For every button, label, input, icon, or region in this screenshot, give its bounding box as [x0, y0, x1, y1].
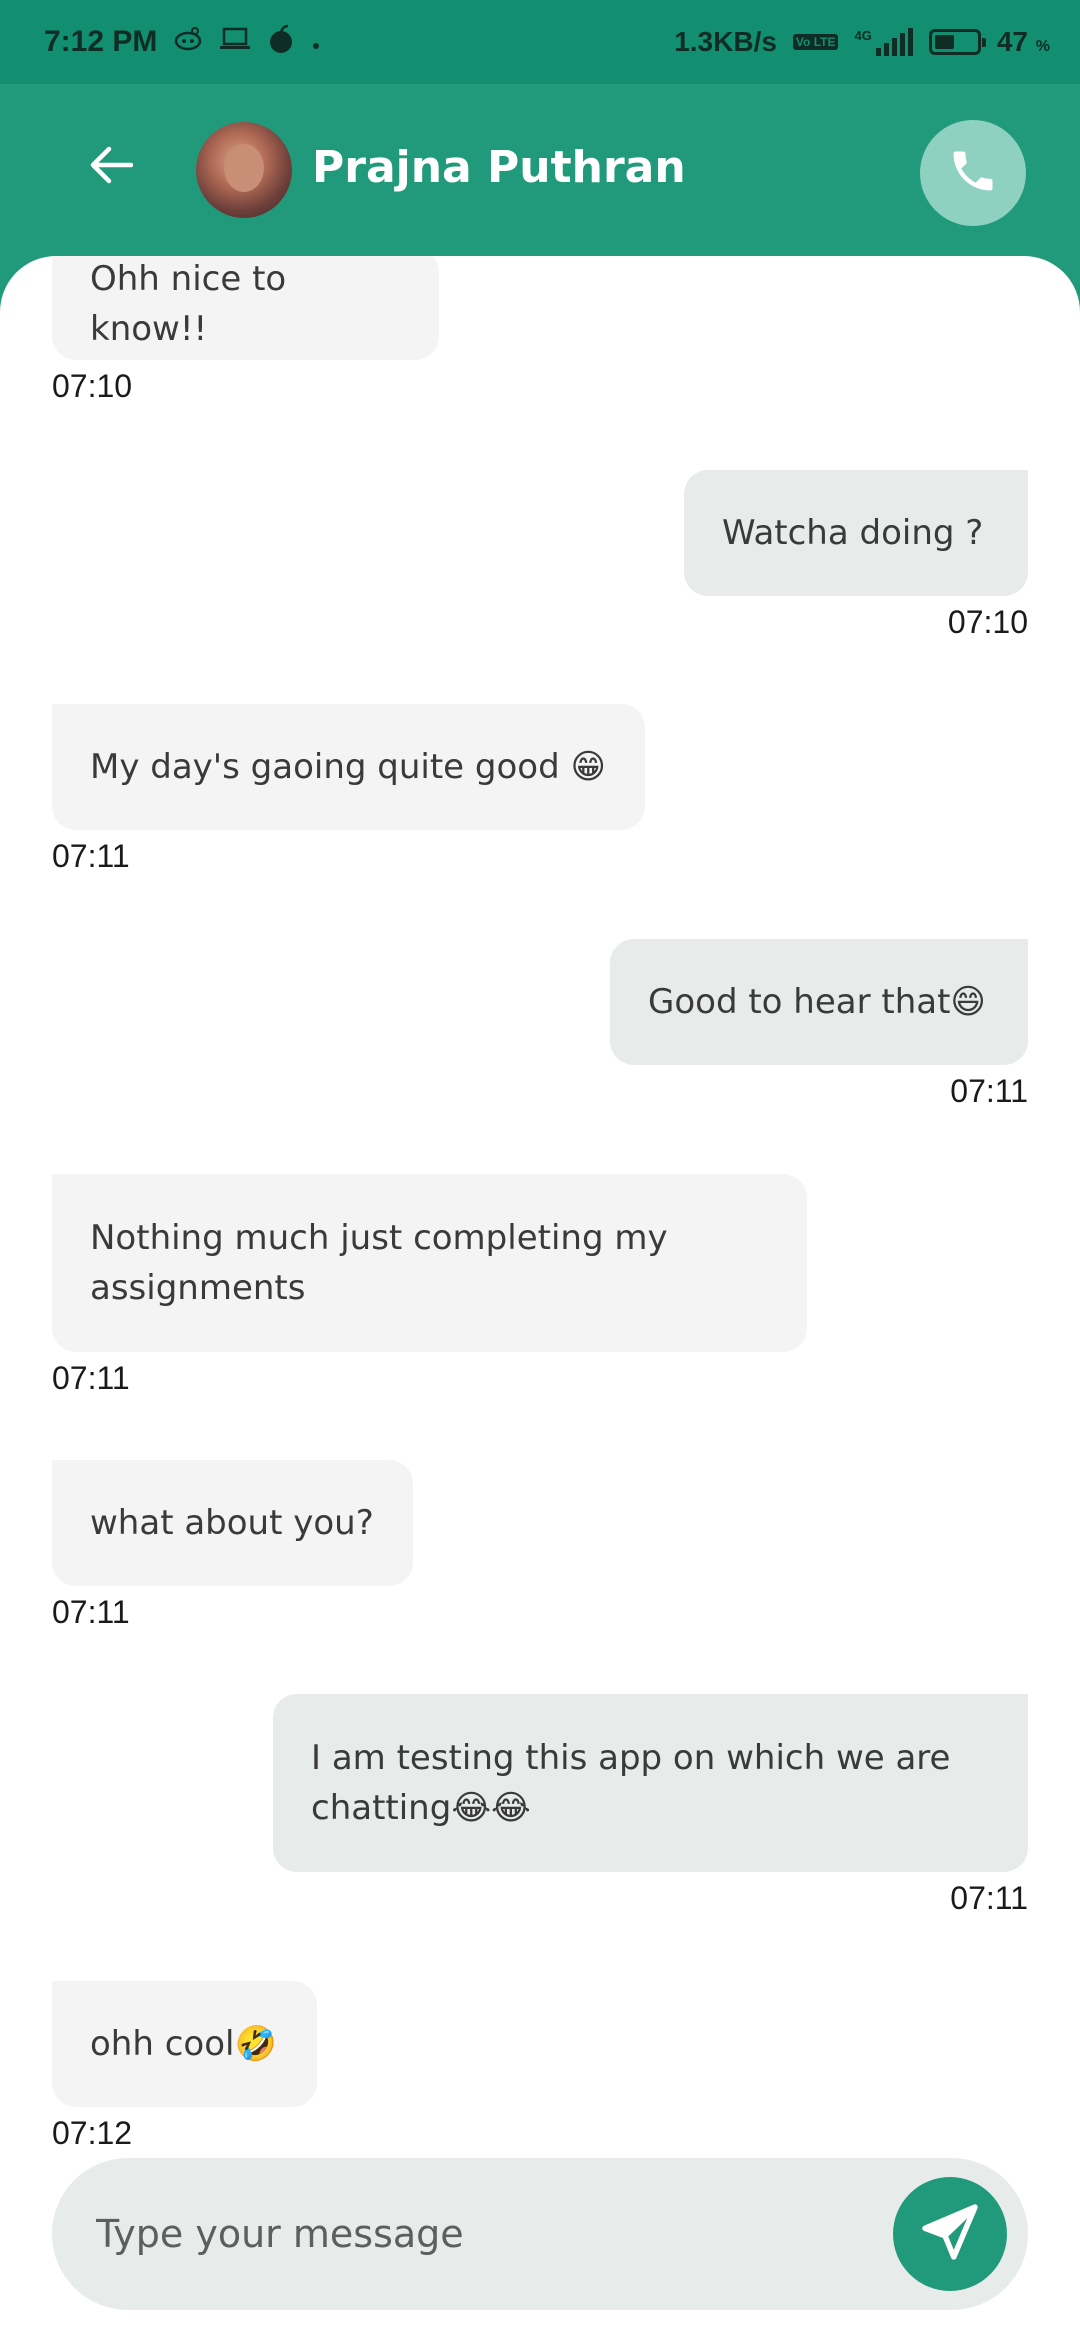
- message-incoming: My day's gaoing quite good 😁 07:11: [52, 704, 645, 875]
- message-text: Good to hear that😄: [648, 982, 986, 1022]
- message-text: Ohh nice to know!!: [90, 259, 287, 349]
- dot-icon: [311, 26, 321, 58]
- status-bar-left: 7:12 PM: [44, 24, 321, 61]
- message-incoming: Nothing much just completing my assignme…: [52, 1174, 807, 1397]
- message-time: 07:11: [52, 1360, 130, 1396]
- message-time: 07:11: [950, 1073, 1028, 1109]
- message-time: 07:10: [52, 368, 133, 404]
- message-bubble[interactable]: Watcha doing ?: [684, 470, 1028, 596]
- volte-icon: Vo LTE: [792, 34, 839, 50]
- network-type: 4G: [854, 28, 913, 56]
- message-text: what about you?: [90, 1503, 374, 1543]
- laptop-icon: [219, 26, 251, 59]
- message-list[interactable]: Ohh nice to know!! 07:10 Watcha doing ? …: [0, 256, 1080, 2340]
- message-text: I am testing this app on which we are ch…: [311, 1738, 951, 1828]
- message-text: My day's gaoing quite good 😁: [90, 747, 606, 787]
- message-bubble[interactable]: ohh cool🤣: [52, 1981, 317, 2107]
- apple-icon: [267, 24, 295, 61]
- message-time: 07:10: [947, 604, 1028, 640]
- message-text: ohh cool🤣: [90, 2024, 277, 2064]
- battery-icon: [928, 29, 986, 55]
- message-text: Nothing much just completing my assignme…: [90, 1218, 668, 1308]
- message-outgoing: Good to hear that😄 07:11: [610, 939, 1028, 1110]
- app-notification-icon: [173, 26, 203, 59]
- status-time: 7:12 PM: [44, 25, 158, 58]
- back-button[interactable]: [80, 136, 142, 198]
- message-incoming: what about you? 07:11: [52, 1460, 413, 1631]
- message-time: 07:12: [52, 2115, 133, 2151]
- battery-percent-value: 47: [996, 26, 1028, 57]
- battery-fill: [934, 35, 954, 49]
- message-bubble[interactable]: Nothing much just completing my assignme…: [52, 1174, 807, 1352]
- message-time: 07:11: [52, 1594, 130, 1630]
- message-time: 07:11: [950, 1880, 1028, 1916]
- message-bubble[interactable]: Good to hear that😄: [610, 939, 1028, 1065]
- network-speed: 1.3KB/s: [674, 26, 777, 57]
- contact-name[interactable]: Prajna Puthran: [312, 142, 686, 193]
- arrow-left-icon: [89, 145, 134, 189]
- send-icon: [920, 2202, 980, 2266]
- battery-percent-unit: %: [1035, 38, 1050, 55]
- message-time: 07:11: [52, 838, 130, 874]
- phone-icon: [947, 145, 999, 201]
- contact-avatar[interactable]: [196, 122, 292, 218]
- call-button[interactable]: [920, 120, 1026, 226]
- message-bubble[interactable]: I am testing this app on which we are ch…: [273, 1694, 1028, 1872]
- message-input[interactable]: [96, 2194, 876, 2274]
- message-incoming: Ohh nice to know!! 07:10: [52, 256, 439, 405]
- signal-icon: [875, 28, 913, 56]
- status-bar: 7:12 PM 1.3KB/s Vo LTE 4G 47 %: [0, 0, 1080, 84]
- battery-percent: 47 %: [997, 26, 1050, 58]
- message-text: Watcha doing ?: [722, 513, 984, 553]
- message-outgoing: I am testing this app on which we are ch…: [273, 1694, 1028, 1917]
- message-bubble[interactable]: what about you?: [52, 1460, 413, 1586]
- message-bubble[interactable]: My day's gaoing quite good 😁: [52, 704, 645, 830]
- network-type-label: 4G: [854, 28, 872, 43]
- status-bar-right: 1.3KB/s Vo LTE 4G 47 %: [674, 26, 1050, 58]
- message-incoming: ohh cool🤣 07:12: [52, 1981, 317, 2152]
- send-button[interactable]: [893, 2177, 1007, 2291]
- message-composer: [52, 2158, 1028, 2310]
- message-bubble[interactable]: Ohh nice to know!!: [52, 256, 439, 360]
- message-outgoing: Watcha doing ? 07:10: [684, 470, 1028, 641]
